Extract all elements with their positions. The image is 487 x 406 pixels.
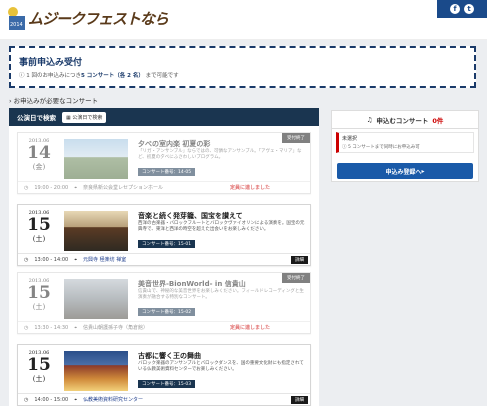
concert-footer: ◷ 14:00 - 15:00 ⌖ 仏教美術資料研究センター 詳細 bbox=[18, 393, 310, 405]
clock-icon: ◷ bbox=[24, 184, 29, 191]
concert-time: 13:00 - 14:00 bbox=[34, 256, 69, 263]
cart-count: 0件 bbox=[432, 116, 444, 125]
date-day: 14 bbox=[27, 143, 51, 163]
concert-thumbnail bbox=[64, 279, 128, 319]
clock-icon: ◷ bbox=[24, 324, 29, 331]
concert-venue: 奈良県新公会堂レセプションホール bbox=[83, 185, 164, 191]
date-weekday: (土) bbox=[32, 235, 46, 243]
list-title: 公演日で検索 bbox=[17, 114, 56, 122]
list-header: 公演日で検索 ▦ 公演日で検索 bbox=[9, 108, 319, 126]
site-header: 2014 ムジークフェストなら f t bbox=[0, 0, 487, 40]
concert-title: 美音世界-BionWorld- in 信貴山 bbox=[138, 280, 246, 288]
section-label: › お申込みが必要なコンサート bbox=[9, 95, 98, 105]
date-search-button[interactable]: ▦ 公演日で検索 bbox=[62, 111, 107, 123]
selected-concerts-panel: ♫ 申込むコンサート 0件 未選択 ⓘ 5 コンサートまで同時にお申込み可 申込み登… bbox=[331, 110, 479, 182]
concert-title: 古都に響く王の舞曲 bbox=[138, 352, 201, 360]
concert-desc: バロック楽器のアンサンブルとバロックダンスを、国の重要文化財にも指定されている仏… bbox=[138, 361, 304, 372]
concert-desc: 「リガ・アンサンブル」ならではの、可憐なアンサンブル。「アヴェ・マリア」など、初… bbox=[138, 149, 302, 160]
concert-venue[interactable]: 仏教美術資料研究センター bbox=[83, 396, 143, 403]
cart-hint-text: 5 コンサートまで同時にお申込み可 bbox=[347, 145, 420, 150]
clock-icon: ◷ bbox=[24, 396, 29, 403]
pin-icon: ⌖ bbox=[74, 256, 78, 263]
concert-date: 2013.06 15 (土) bbox=[25, 350, 53, 384]
music-note-icon: ♫ bbox=[366, 115, 373, 124]
concert-date: 2013.06 14 (金) bbox=[25, 138, 53, 172]
concert-venue[interactable]: 元興寺 極楽坊 禅室 bbox=[83, 256, 126, 263]
notice-text: ⓘ 1 回のお申込みにつき5 コンサート（各 2 名） まで可能です bbox=[19, 71, 466, 79]
date-day: 15 bbox=[27, 355, 51, 375]
status-badge: 受付終了 bbox=[282, 273, 310, 283]
full-notice: 定員に達しました bbox=[229, 185, 270, 191]
concert-footer: ◷ 19:00 - 20:00 ⌖ 奈良県新公会堂レセプションホール 定員に達しました bbox=[18, 181, 310, 193]
cart-box: 未選択 ⓘ 5 コンサートまで同時にお申込み可 bbox=[336, 132, 474, 153]
concert-number: コンサート番号：15-03 bbox=[138, 380, 196, 388]
concert-number: コンサート番号：15-02 bbox=[138, 308, 196, 316]
clock-icon: ◷ bbox=[24, 256, 29, 263]
status-badge: 受付終了 bbox=[282, 133, 310, 143]
date-day: 15 bbox=[27, 283, 51, 303]
concert-time: 14:00 - 15:00 bbox=[34, 396, 69, 403]
concert-thumbnail bbox=[64, 139, 128, 179]
logo-text: ムジークフェストなら bbox=[28, 10, 169, 28]
social-links: f t bbox=[437, 0, 487, 18]
concert-card[interactable]: 2013.06 15 (土) 美音世界-BionWorld- in 信貴山 信貴山で… bbox=[17, 272, 311, 334]
concert-time: 13:30 - 14:30 bbox=[34, 324, 69, 331]
detail-button[interactable]: 詳細 bbox=[291, 395, 308, 404]
concert-number: コンサート番号：15-01 bbox=[138, 240, 196, 248]
notice-box: 事前申込み受付 ⓘ 1 回のお申込みにつき5 コンサート（各 2 名） まで可能… bbox=[9, 46, 476, 88]
concert-time: 19:00 - 20:00 bbox=[34, 184, 69, 191]
full-notice: 定員に達しました bbox=[229, 325, 270, 331]
detail-button[interactable]: 詳細 bbox=[291, 255, 308, 264]
concert-desc: 西洋の古楽器・バロックフルートとバロックヴァイオリンによる演奏を。国宝の元興寺で… bbox=[138, 221, 305, 232]
notice-suffix: まで可能です bbox=[145, 73, 179, 79]
concert-number: コンサート番号：14-05 bbox=[138, 168, 196, 176]
concert-card[interactable]: 2013.06 14 (金) 夕べの室内楽 初夏の彩 「リガ・アンサンブル」ならでは… bbox=[17, 132, 311, 194]
date-day: 15 bbox=[27, 215, 51, 235]
concert-thumbnail bbox=[64, 351, 128, 391]
concert-title: 夕べの室内楽 初夏の彩 bbox=[138, 140, 211, 148]
register-button[interactable]: 申込み登録へ ▸ bbox=[337, 163, 473, 179]
pin-icon: ⌖ bbox=[74, 396, 78, 403]
notice-title: 事前申込み受付 bbox=[19, 58, 83, 68]
logo-badge-icon: 2014 bbox=[8, 7, 25, 30]
concert-card[interactable]: 2013.06 15 (土) 音楽と続く発芽籠、国宝を讃えて 西洋の古楽器・バロック… bbox=[17, 204, 311, 266]
concert-thumbnail bbox=[64, 211, 128, 251]
cart-title: 申込むコンサート bbox=[376, 116, 429, 125]
arrow-right-icon: ▸ bbox=[421, 167, 425, 175]
notice-bold: 5 コンサート（各 2 名） bbox=[81, 73, 144, 79]
concert-title: 音楽と続く発芽籠、国宝を讃えて bbox=[138, 212, 243, 220]
date-weekday: (土) bbox=[32, 375, 46, 383]
concert-venue: 信貴山朝護孫子寺（角倉館） bbox=[83, 325, 149, 331]
facebook-icon[interactable]: f bbox=[450, 4, 460, 14]
concert-date: 2013.06 15 (土) bbox=[25, 210, 53, 244]
concert-card[interactable]: 2013.06 15 (土) 古都に響く王の舞曲 バロック楽器のアンサンブルとバロッ… bbox=[17, 344, 311, 406]
date-search-label: 公演日で検索 bbox=[72, 114, 103, 121]
cart-header: ♫ 申込むコンサート 0件 bbox=[332, 111, 478, 129]
twitter-icon[interactable]: t bbox=[464, 4, 474, 14]
logo-year-text: 2014 bbox=[10, 22, 23, 28]
site-logo[interactable]: 2014 ムジークフェストなら bbox=[6, 4, 169, 34]
pin-icon: ⌖ bbox=[74, 324, 78, 331]
concert-list: 公演日で検索 ▦ 公演日で検索 2013.06 14 (金) 夕べの室内楽 初夏の彩… bbox=[9, 108, 319, 406]
concert-footer: ◷ 13:30 - 14:30 ⌖ 信貴山朝護孫子寺（角倉館） 定員に達しました bbox=[18, 321, 310, 333]
date-weekday: (金) bbox=[32, 163, 46, 171]
cart-empty-text: 未選択 bbox=[342, 136, 358, 142]
date-weekday: (土) bbox=[32, 303, 46, 311]
concert-footer: ◷ 13:00 - 14:00 ⌖ 元興寺 極楽坊 禅室 詳細 bbox=[18, 253, 310, 265]
concert-desc: 信貴山で、神秘的な美音世界をお楽しみください。フィールドレコーディングと生演奏が… bbox=[138, 289, 304, 300]
register-label: 申込み登録へ bbox=[385, 168, 422, 176]
concert-date: 2013.06 15 (土) bbox=[25, 278, 53, 312]
pin-icon: ⌖ bbox=[74, 184, 78, 191]
cart-hint: ⓘ 5 コンサートまで同時にお申込み可 bbox=[342, 144, 470, 150]
notice-prefix: 1 回のお申込みにつき bbox=[26, 73, 81, 79]
section-label-text: お申込みが必要なコンサート bbox=[13, 97, 99, 105]
